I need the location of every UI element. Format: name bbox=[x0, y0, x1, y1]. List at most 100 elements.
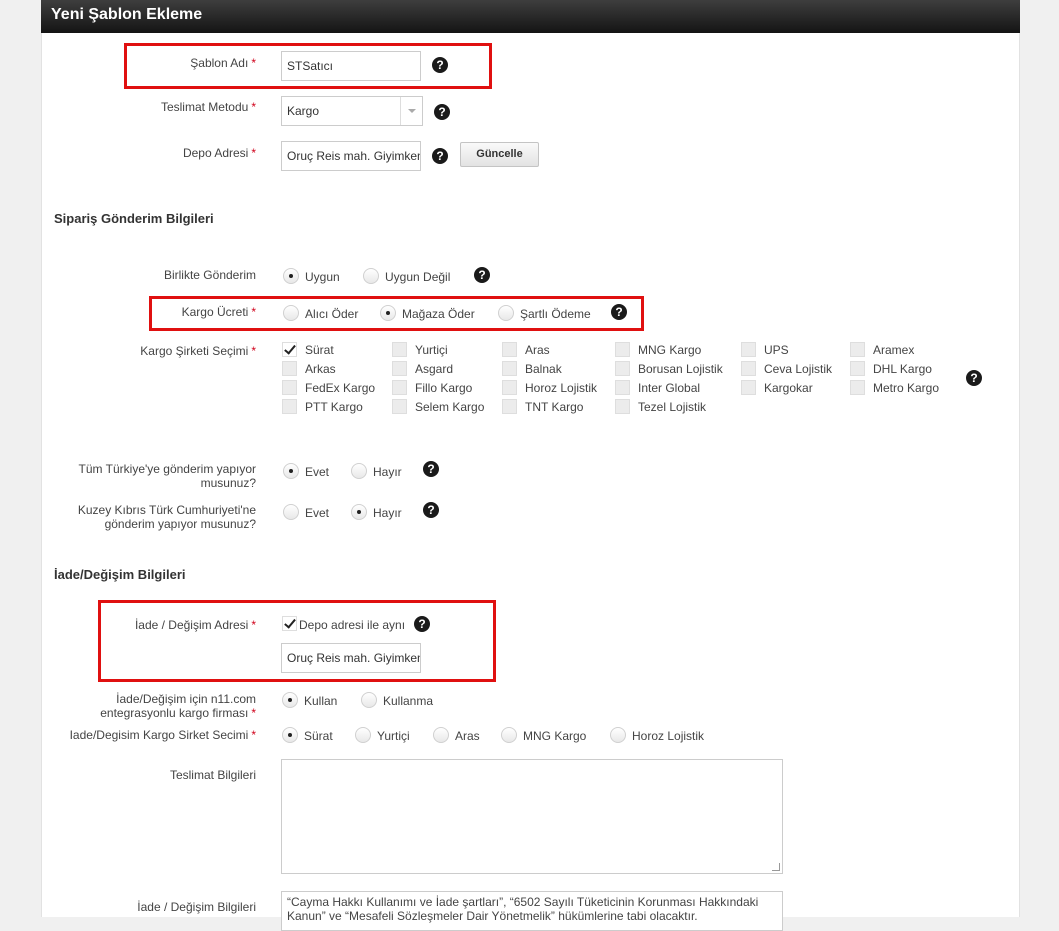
carrier-label: Yurtiçi bbox=[415, 343, 448, 357]
delivery-method-select[interactable]: Kargo bbox=[281, 96, 423, 126]
carrier-checkbox[interactable] bbox=[615, 361, 630, 376]
radio-magaza-oder[interactable] bbox=[380, 305, 396, 321]
carrier-checkbox[interactable] bbox=[741, 342, 756, 357]
option-label: Hayır bbox=[373, 465, 402, 479]
template-name-input[interactable]: STSatıcı bbox=[281, 51, 421, 81]
option-label: Kullan bbox=[304, 694, 338, 708]
carrier-label: Balnak bbox=[525, 362, 562, 376]
radio-all-turkey-evet[interactable] bbox=[283, 463, 299, 479]
carrier-checkbox[interactable] bbox=[282, 342, 297, 357]
option-label: Alıcı Öder bbox=[305, 307, 359, 321]
carrier-checkbox[interactable] bbox=[615, 380, 630, 395]
option-label: Yurtiçi bbox=[377, 729, 410, 743]
radio-sartli-odeme[interactable] bbox=[498, 305, 514, 321]
kktc-label: Kuzey Kıbrıs Türk Cumhuriyeti'ne gönderim… bbox=[77, 503, 256, 531]
return-carrier-label: Iade/Degisim Kargo Sirket Secimi * bbox=[69, 728, 256, 742]
carrier-checkbox[interactable] bbox=[615, 399, 630, 414]
help-icon[interactable]: ? bbox=[434, 104, 450, 120]
carrier-label: PTT Kargo bbox=[305, 400, 363, 414]
carrier-label: Aras bbox=[525, 343, 550, 357]
carrier-checkbox[interactable] bbox=[282, 380, 297, 395]
help-icon[interactable]: ? bbox=[432, 148, 448, 164]
radio-kktc-evet[interactable] bbox=[283, 504, 299, 520]
radio-all-turkey-hayir[interactable] bbox=[351, 463, 367, 479]
help-icon[interactable]: ? bbox=[966, 370, 982, 386]
resize-handle-icon[interactable] bbox=[772, 863, 780, 871]
help-icon[interactable]: ? bbox=[432, 57, 448, 73]
warehouse-address-input[interactable]: Oruç Reis mah. Giyimkent bbox=[281, 141, 421, 171]
option-label: Sürat bbox=[304, 729, 333, 743]
carrier-checkbox[interactable] bbox=[502, 399, 517, 414]
shipping-section-title: Sipariş Gönderim Bilgileri bbox=[54, 211, 214, 226]
carrier-checkbox[interactable] bbox=[392, 361, 407, 376]
carrier-checkbox[interactable] bbox=[502, 380, 517, 395]
template-name-label: Şablon Adı * bbox=[190, 56, 256, 70]
shipping-fee-label: Kargo Ücreti * bbox=[181, 305, 256, 319]
radio-return-horoz[interactable] bbox=[610, 727, 626, 743]
carrier-checkbox[interactable] bbox=[850, 342, 865, 357]
page-title: Yeni Şablon Ekleme bbox=[41, 0, 1020, 33]
help-icon[interactable]: ? bbox=[474, 267, 490, 283]
carrier-checkbox[interactable] bbox=[502, 361, 517, 376]
combined-shipping-label: Birlikte Gönderim bbox=[163, 268, 256, 282]
radio-uygun-degil[interactable] bbox=[363, 268, 379, 284]
option-label: Kullanma bbox=[383, 694, 434, 708]
carrier-selection-label: Kargo Şirketi Seçimi * bbox=[140, 344, 256, 358]
radio-return-mng[interactable] bbox=[501, 727, 517, 743]
carrier-checkbox[interactable] bbox=[741, 361, 756, 376]
carrier-label: Kargokar bbox=[764, 381, 813, 395]
update-button[interactable]: Güncelle bbox=[460, 142, 539, 167]
help-icon[interactable]: ? bbox=[611, 304, 627, 320]
carrier-label: Selem Kargo bbox=[415, 400, 485, 414]
radio-uygun[interactable] bbox=[283, 268, 299, 284]
carrier-checkbox[interactable] bbox=[850, 380, 865, 395]
help-icon[interactable]: ? bbox=[423, 461, 439, 477]
carrier-label: Arkas bbox=[305, 362, 336, 376]
return-address-label: İade / Değişim Adresi * bbox=[134, 618, 256, 632]
option-label: Aras bbox=[455, 729, 480, 743]
radio-kullanma[interactable] bbox=[361, 692, 377, 708]
carrier-label: DHL Kargo bbox=[873, 362, 932, 376]
option-label: Horoz Lojistik bbox=[632, 729, 705, 743]
carrier-checkbox[interactable] bbox=[392, 399, 407, 414]
option-label: Evet bbox=[305, 506, 330, 520]
carrier-label: Metro Kargo bbox=[873, 381, 940, 395]
radio-alici-oder[interactable] bbox=[283, 305, 299, 321]
carrier-checkbox[interactable] bbox=[615, 342, 630, 357]
carrier-label: Ceva Lojistik bbox=[764, 362, 833, 376]
return-info-textarea[interactable]: “Cayma Hakkı Kullanımı ve İade şartları”… bbox=[281, 891, 783, 931]
help-icon[interactable]: ? bbox=[423, 502, 439, 518]
carrier-checkbox[interactable] bbox=[392, 342, 407, 357]
delivery-method-label: Teslimat Metodu * bbox=[160, 100, 256, 114]
return-address-input[interactable]: Oruç Reis mah. Giyimkent bbox=[281, 643, 421, 673]
carrier-checkbox[interactable] bbox=[850, 361, 865, 376]
carrier-checkbox[interactable] bbox=[282, 361, 297, 376]
return-info-label: İade / Değişim Bilgileri bbox=[137, 900, 256, 914]
option-label: Şartlı Ödeme bbox=[520, 307, 591, 321]
option-label: Mağaza Öder bbox=[402, 307, 475, 321]
carrier-checkbox[interactable] bbox=[282, 399, 297, 414]
same-address-checkbox[interactable] bbox=[282, 616, 297, 631]
carrier-label: MNG Kargo bbox=[638, 343, 702, 357]
option-label: Hayır bbox=[373, 506, 402, 520]
chevron-down-icon bbox=[400, 97, 422, 125]
option-label: MNG Kargo bbox=[523, 729, 587, 743]
radio-return-yurtici[interactable] bbox=[355, 727, 371, 743]
same-address-label: Depo adresi ile aynı bbox=[299, 618, 406, 632]
radio-return-aras[interactable] bbox=[433, 727, 449, 743]
radio-return-surat[interactable] bbox=[282, 727, 298, 743]
carrier-label: Sürat bbox=[305, 343, 334, 357]
carrier-checkbox[interactable] bbox=[502, 342, 517, 357]
carrier-checkbox[interactable] bbox=[392, 380, 407, 395]
carrier-label: FedEx Kargo bbox=[305, 381, 376, 395]
carrier-label: TNT Kargo bbox=[525, 400, 584, 414]
radio-kullan[interactable] bbox=[282, 692, 298, 708]
radio-kktc-hayir[interactable] bbox=[351, 504, 367, 520]
all-turkey-label: Tüm Türkiye'ye gönderim yapıyor musunuz? bbox=[78, 462, 256, 490]
help-icon[interactable]: ? bbox=[414, 616, 430, 632]
return-info-text: “Cayma Hakkı Kullanımı ve İade şartları”… bbox=[287, 895, 759, 923]
carrier-checkbox[interactable] bbox=[741, 380, 756, 395]
delivery-info-textarea[interactable] bbox=[281, 759, 783, 874]
return-section-title: İade/Değişim Bilgileri bbox=[54, 567, 186, 582]
carrier-label: Borusan Lojistik bbox=[638, 362, 723, 376]
